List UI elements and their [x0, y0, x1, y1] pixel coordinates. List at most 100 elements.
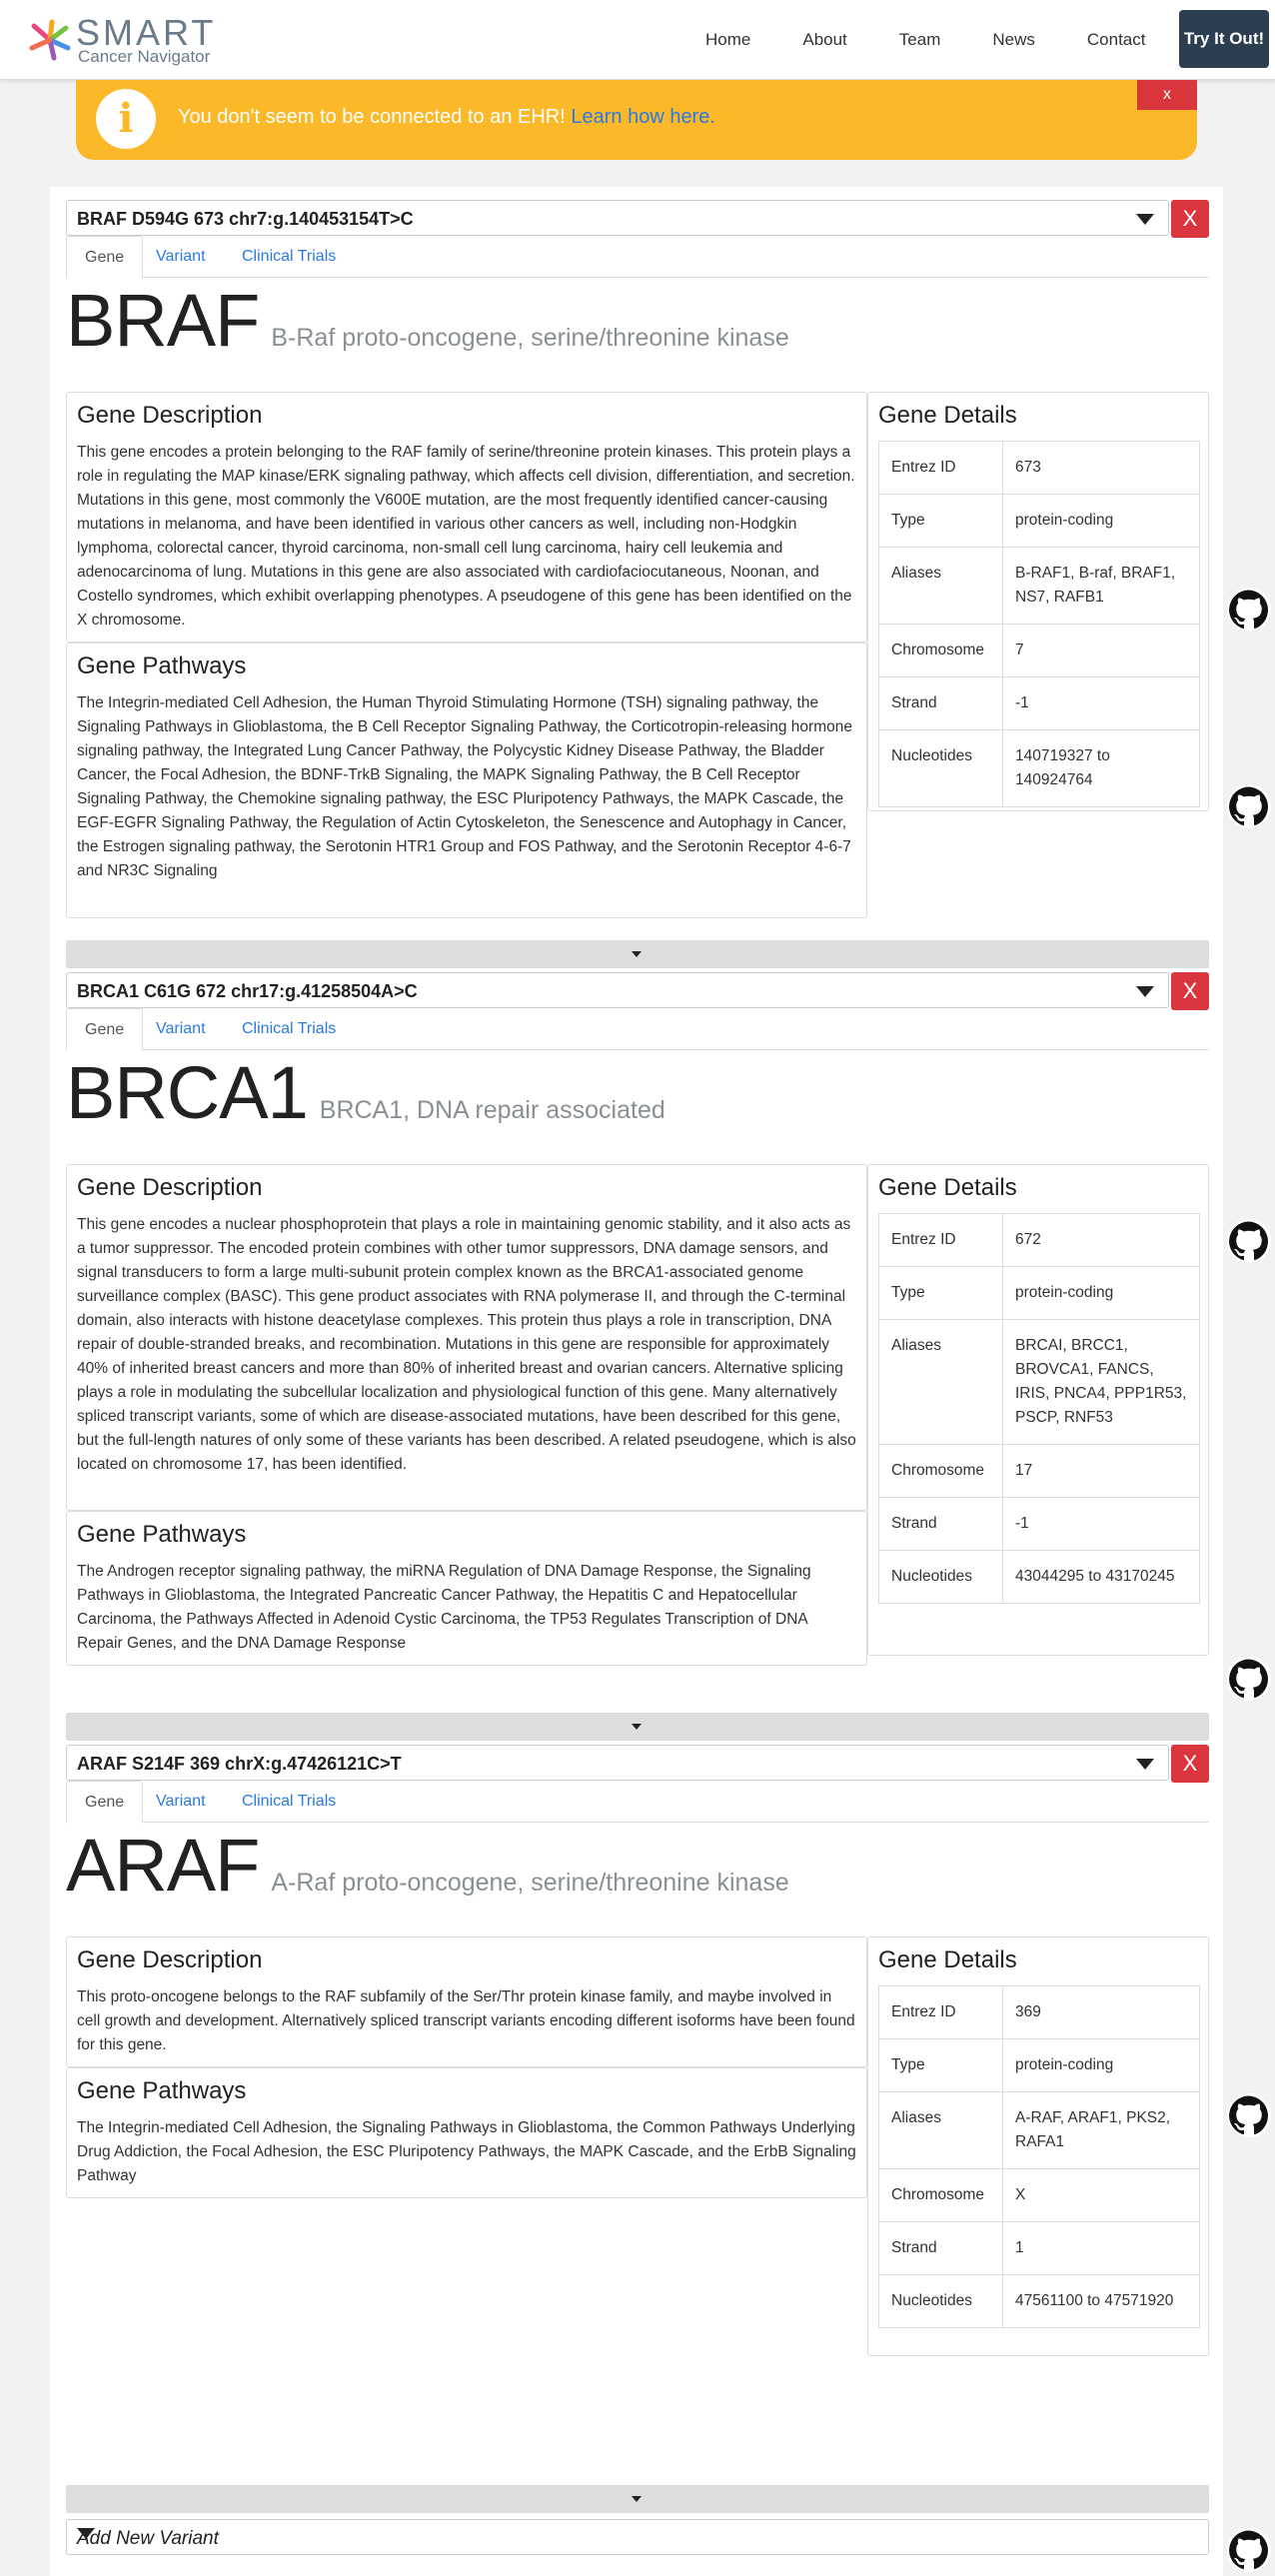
- variant-tabs: Gene Variant Clinical Trials: [66, 1008, 1209, 1051]
- gene-full-name: BRCA1, DNA repair associated: [319, 1096, 665, 1124]
- github-icon[interactable]: [1227, 1657, 1271, 1701]
- details-row-aliases: Aliases B-RAF1, B-raf, BRAF1, NS7, RAFB1: [878, 547, 1200, 625]
- brand-subtitle: Cancer Navigator: [78, 47, 211, 66]
- variant-select[interactable]: ARAF S214F 369 chrX:g.47426121C>T: [66, 1745, 1169, 1781]
- strand-value: -1: [1002, 1497, 1200, 1551]
- github-icon[interactable]: [1227, 588, 1271, 632]
- gene-pathways-card: Gene Pathways The Integrin-mediated Cell…: [66, 643, 867, 918]
- chromosome-value: 7: [1002, 624, 1200, 677]
- tab-clinical-trials[interactable]: Clinical Trials: [224, 1008, 354, 1050]
- brand-logo[interactable]: SMART Cancer Navigator: [28, 14, 218, 66]
- variant-select[interactable]: BRCA1 C61G 672 chr17:g.41258504A>C: [66, 972, 1169, 1008]
- nav-links: Home About Team News Contact: [679, 0, 1171, 80]
- tab-clinical-trials[interactable]: Clinical Trials: [224, 1781, 354, 1823]
- github-icon[interactable]: [1227, 784, 1271, 828]
- gene-details-heading: Gene Details: [878, 1946, 1017, 1973]
- variant-select-value: BRAF D594G 673 chr7:g.140453154T>C: [77, 209, 414, 229]
- gene-pathways-text: The Integrin-mediated Cell Adhesion, the…: [77, 694, 852, 879]
- learn-how-link[interactable]: Learn how here.: [571, 106, 715, 128]
- gene-details-table: Entrez ID 673 Type protein-coding Aliases B…: [878, 441, 1200, 807]
- gene-pathways-text: The Androgen receptor signaling pathway,…: [77, 1563, 811, 1652]
- nucleotides-value: 140719327 to 140924764: [1002, 729, 1200, 807]
- github-icon[interactable]: [1227, 2093, 1271, 2137]
- gene-pathways-text: The Integrin-mediated Cell Adhesion, the…: [77, 2119, 856, 2184]
- remove-variant-button[interactable]: X: [1171, 200, 1209, 238]
- details-row-nucleotides: Nucleotides 43044295 to 43170245: [878, 1550, 1200, 1604]
- entrez-id-value: 673: [1002, 441, 1200, 495]
- alert-message: You don't seem to be connected to an EHR…: [178, 106, 715, 129]
- tab-gene[interactable]: Gene: [66, 1781, 144, 1824]
- ehr-alert: i You don't seem to be connected to an E…: [76, 80, 1197, 160]
- nucleotides-value: 47561100 to 47571920: [1002, 2274, 1200, 2328]
- nav-link-about[interactable]: About: [776, 0, 872, 80]
- variant-panel-araf: ARAF S214F 369 chrX:g.47426121C>T X Gene…: [66, 1745, 1209, 2514]
- gene-details-heading: Gene Details: [878, 1174, 1017, 1201]
- github-icon[interactable]: [1227, 2528, 1271, 2572]
- variant-select[interactable]: BRAF D594G 673 chr7:g.140453154T>C: [66, 200, 1169, 236]
- gene-details-table: Entrez ID 672 Type protein-coding Aliases B…: [878, 1213, 1200, 1604]
- smart-logo-icon: [29, 19, 71, 61]
- type-value: protein-coding: [1002, 2038, 1200, 2092]
- details-row-type: Type protein-coding: [878, 1266, 1200, 1320]
- tab-gene[interactable]: Gene: [66, 1008, 144, 1051]
- alert-close-button[interactable]: x: [1137, 80, 1197, 110]
- gene-pathways-heading: Gene Pathways: [77, 2077, 247, 2104]
- details-row-nucleotides: Nucleotides 140719327 to 140924764: [878, 729, 1200, 807]
- details-row-chromosome: Chromosome 7: [878, 624, 1200, 677]
- caret-down-icon: [1136, 1759, 1154, 1770]
- nav-link-contact[interactable]: Contact: [1061, 0, 1172, 80]
- gene-pathways-card: Gene Pathways The Integrin-mediated Cell…: [66, 2067, 867, 2198]
- tab-gene[interactable]: Gene: [66, 236, 144, 279]
- details-row-strand: Strand 1: [878, 2221, 1200, 2275]
- type-value: protein-coding: [1002, 494, 1200, 548]
- expand-toggle[interactable]: [66, 940, 1209, 968]
- gene-title: ARAF A-Raf proto-oncogene, serine/threoni…: [66, 1823, 789, 1907]
- chromosome-value: 17: [1002, 1444, 1200, 1498]
- aliases-value: B-RAF1, B-raf, BRAF1, NS7, RAFB1: [1002, 547, 1200, 625]
- add-variant-select[interactable]: Add New Variant: [66, 2519, 1209, 2555]
- navbar: SMART Cancer Navigator Home About Team N…: [0, 0, 1275, 80]
- nav-link-team[interactable]: Team: [873, 0, 967, 80]
- expand-toggle[interactable]: [66, 1713, 1209, 1741]
- gene-description-card: Gene Description This gene encodes a nuc…: [66, 1164, 867, 1511]
- nucleotides-value: 43044295 to 43170245: [1002, 1550, 1200, 1604]
- gene-title: BRAF B-Raf proto-oncogene, serine/threoni…: [66, 278, 789, 362]
- nav-link-news[interactable]: News: [966, 0, 1061, 80]
- details-row-strand: Strand -1: [878, 676, 1200, 730]
- details-row-chromosome: Chromosome X: [878, 2168, 1200, 2222]
- variant-panel-brca1: BRCA1 C61G 672 chr17:g.41258504A>C X Gen…: [66, 972, 1209, 1741]
- variant-panel-braf: BRAF D594G 673 chr7:g.140453154T>C X Gen…: [66, 200, 1209, 968]
- add-variant-placeholder: Add New Variant: [77, 2528, 219, 2549]
- gene-symbol: ARAF: [66, 1824, 260, 1907]
- remove-variant-button[interactable]: X: [1171, 972, 1209, 1010]
- try-it-out-button[interactable]: Try It Out!: [1179, 10, 1269, 68]
- gene-pathways-heading: Gene Pathways: [77, 652, 247, 679]
- strand-value: 1: [1002, 2221, 1200, 2275]
- details-row-entrez: Entrez ID 672: [878, 1213, 1200, 1267]
- expand-toggle[interactable]: [66, 2485, 1209, 2513]
- main-panel: BRAF D594G 673 chr7:g.140453154T>C X Gen…: [50, 187, 1223, 2576]
- tab-clinical-trials[interactable]: Clinical Trials: [224, 236, 354, 278]
- caret-down-icon: [632, 1724, 641, 1730]
- gene-description-heading: Gene Description: [77, 1174, 263, 1201]
- nav-link-home[interactable]: Home: [679, 0, 776, 80]
- gene-details-card: Gene Details Entrez ID 673 Type protein-co…: [867, 392, 1209, 811]
- gene-description-heading: Gene Description: [77, 402, 263, 429]
- tab-variant[interactable]: Variant: [138, 1781, 224, 1823]
- gene-full-name: A-Raf proto-oncogene, serine/threonine k…: [271, 1869, 789, 1897]
- caret-down-icon: [77, 2528, 95, 2539]
- gene-description-text: This gene encodes a nuclear phosphoprote…: [77, 1216, 856, 1473]
- gene-description-text: This gene encodes a protein belonging to…: [77, 444, 855, 629]
- details-row-nucleotides: Nucleotides 47561100 to 47571920: [878, 2274, 1200, 2328]
- tab-variant[interactable]: Variant: [138, 1008, 224, 1050]
- info-icon: i: [96, 89, 156, 149]
- tab-variant[interactable]: Variant: [138, 236, 224, 278]
- github-icon[interactable]: [1227, 1219, 1271, 1263]
- variant-tabs: Gene Variant Clinical Trials: [66, 236, 1209, 279]
- remove-variant-button[interactable]: X: [1171, 1745, 1209, 1783]
- brand-title: SMART: [76, 12, 217, 53]
- details-row-entrez: Entrez ID 673: [878, 441, 1200, 495]
- aliases-value: A-RAF, ARAF1, PKS2, RAFA1: [1002, 2091, 1200, 2169]
- details-row-type: Type protein-coding: [878, 494, 1200, 548]
- caret-down-icon: [632, 2496, 641, 2502]
